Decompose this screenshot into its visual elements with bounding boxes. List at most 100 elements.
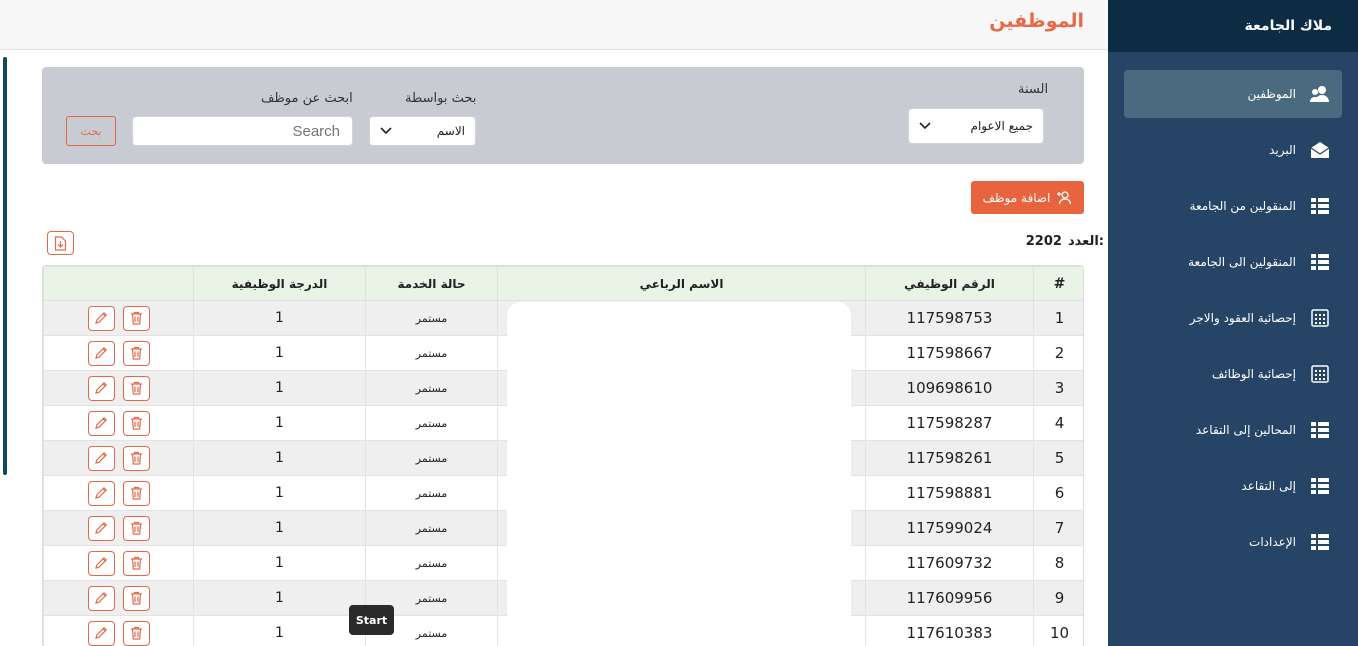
delete-button[interactable] (122, 445, 150, 471)
search-by-value: الاسم (436, 124, 465, 138)
delete-button[interactable] (122, 620, 150, 646)
cell-index: 1 (1033, 300, 1083, 336)
edit-button[interactable] (87, 620, 115, 646)
list-icon (1310, 252, 1330, 272)
cell-index: 2 (1033, 335, 1083, 371)
cell-status: مستمر (365, 405, 498, 441)
list-icon (1310, 532, 1330, 552)
edit-button[interactable] (87, 445, 115, 471)
calendar-icon (1310, 364, 1330, 384)
cell-job-id: 109698610 (865, 370, 1034, 406)
sidebar-item-label: إلى التقاعد (1241, 479, 1296, 493)
search-by-select[interactable]: الاسم (369, 116, 476, 146)
year-select-value: جميع الاعوام (970, 119, 1033, 133)
pencil-icon (95, 591, 108, 604)
list-icon (1310, 476, 1330, 496)
sidebar-item-label: إحصائية العقود والاجر (1189, 311, 1296, 325)
chevron-down-icon (919, 122, 931, 130)
chevron-down-icon (380, 127, 392, 135)
trash-icon (130, 591, 142, 605)
year-label: السنة (1018, 82, 1049, 97)
cell-grade: 1 (193, 370, 366, 406)
cell-index: 5 (1033, 440, 1083, 476)
cell-job-id: 117598753 (865, 300, 1034, 336)
row-actions (43, 370, 194, 406)
search-button[interactable]: بحث (66, 116, 116, 146)
table-header-row: الدرجة الوظيفية حالة الخدمة الاسم الرباع… (43, 266, 1083, 301)
delete-button[interactable] (122, 375, 150, 401)
cell-job-id: 117609732 (865, 545, 1034, 581)
add-employee-button[interactable]: اضافة موظف (971, 181, 1084, 214)
search-input[interactable] (132, 116, 353, 146)
delete-button[interactable] (122, 550, 150, 576)
cell-index: 4 (1033, 405, 1083, 441)
start-tooltip: Start (349, 605, 394, 635)
edit-button[interactable] (87, 585, 115, 611)
cell-grade: 1 (193, 580, 366, 616)
row-actions (43, 405, 194, 441)
sidebar-item-9[interactable]: الإعدادات (1124, 518, 1342, 566)
edit-button[interactable] (87, 340, 115, 366)
sidebar-item-6[interactable]: إحصائية الوظائف (1124, 350, 1342, 398)
sidebar-item-3[interactable]: المنقولين من الجامعة (1124, 182, 1342, 230)
count-value: 2202 (1025, 234, 1062, 249)
sidebar: ملاك الجامعة الموظفين البريد المنقولين من … (1108, 0, 1358, 646)
trash-icon (130, 556, 142, 570)
cell-index: 6 (1033, 475, 1083, 511)
search-employee-label: ابحث عن موظف (261, 91, 353, 106)
sidebar-item-label: المحالين إلى التقاعد (1195, 423, 1296, 437)
pencil-icon (95, 346, 108, 359)
sidebar-item-5[interactable]: إحصائية العقود والاجر (1124, 294, 1342, 342)
edit-button[interactable] (87, 375, 115, 401)
users-icon (1310, 84, 1330, 104)
edit-button[interactable] (87, 550, 115, 576)
employee-count: 2202 العدد: (1026, 234, 1104, 249)
row-actions (43, 580, 194, 616)
delete-button[interactable] (122, 340, 150, 366)
cell-status: مستمر (365, 475, 498, 511)
sidebar-item-label: الموظفين (1247, 87, 1296, 101)
trash-icon (130, 626, 142, 640)
cell-job-id: 117598287 (865, 405, 1034, 441)
edit-button[interactable] (87, 410, 115, 436)
row-actions (43, 440, 194, 476)
delete-button[interactable] (122, 480, 150, 506)
edit-button[interactable] (87, 305, 115, 331)
delete-button[interactable] (122, 515, 150, 541)
sidebar-item-2[interactable]: البريد (1124, 126, 1342, 174)
cell-grade: 1 (193, 510, 366, 546)
row-actions (43, 335, 194, 371)
calendar-icon (1310, 308, 1330, 328)
pencil-icon (95, 556, 108, 569)
sidebar-item-8[interactable]: إلى التقاعد (1124, 462, 1342, 510)
delete-button[interactable] (122, 410, 150, 436)
sidebar-item-4[interactable]: المنقولين الى الجامعة (1124, 238, 1342, 286)
sidebar-item-1[interactable]: الموظفين (1124, 70, 1342, 118)
cell-job-id: 117599024 (865, 510, 1034, 546)
trash-icon (130, 381, 142, 395)
delete-button[interactable] (122, 305, 150, 331)
cell-grade: 1 (193, 335, 366, 371)
download-button[interactable] (47, 231, 74, 255)
cell-grade: 1 (193, 300, 366, 336)
cell-status: مستمر (365, 300, 498, 336)
cell-job-id: 117598667 (865, 335, 1034, 371)
header-index: # (1033, 266, 1083, 301)
pencil-icon (95, 311, 108, 324)
cell-index: 7 (1033, 510, 1083, 546)
cell-job-id: 117598261 (865, 440, 1034, 476)
row-actions (43, 545, 194, 581)
sidebar-item-7[interactable]: المحالين إلى التقاعد (1124, 406, 1342, 454)
page-title: الموظفين (989, 10, 1084, 32)
scroll-indicator[interactable] (3, 57, 7, 475)
add-user-icon (1057, 190, 1072, 204)
edit-button[interactable] (87, 515, 115, 541)
cell-status: مستمر (365, 370, 498, 406)
cell-status: مستمر (365, 440, 498, 476)
top-bar: الموظفين (0, 0, 1108, 50)
year-select[interactable]: جميع الاعوام (908, 108, 1044, 144)
sidebar-item-label: المنقولين الى الجامعة (1188, 255, 1296, 269)
edit-button[interactable] (87, 480, 115, 506)
delete-button[interactable] (122, 585, 150, 611)
cell-index: 10 (1033, 615, 1083, 646)
